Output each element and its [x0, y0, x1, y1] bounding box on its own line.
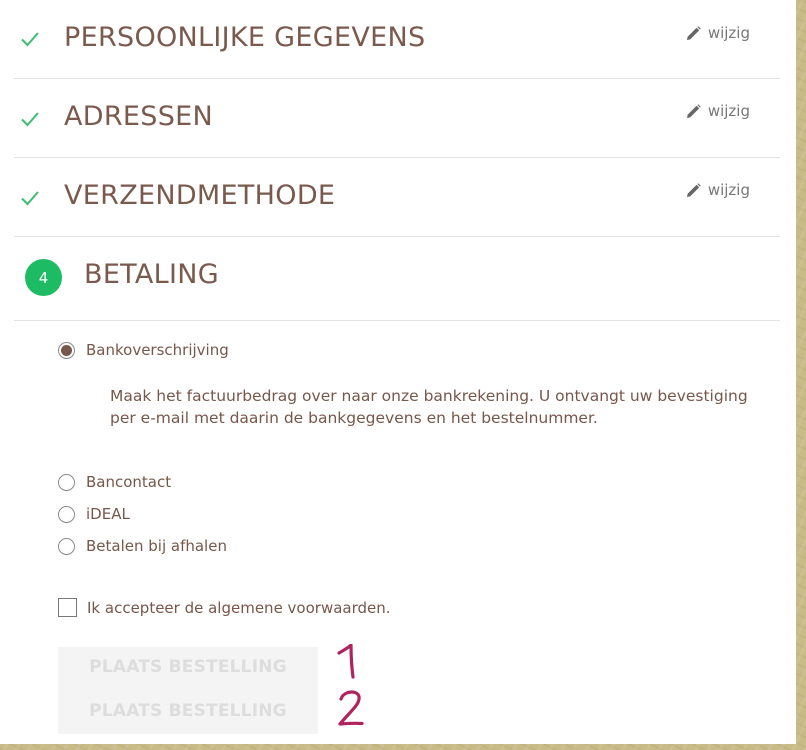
edit-label: wijzig — [707, 24, 750, 42]
radio-button[interactable] — [58, 505, 75, 523]
place-order-button[interactable]: PLAATS BESTELLING — [58, 657, 318, 677]
step-shipping-method: VERZENDMETHODE wijzig — [14, 158, 780, 237]
payment-option-bank-transfer[interactable]: Bankoverschrijving — [58, 341, 229, 359]
annotation-number-1 — [336, 644, 362, 680]
payment-description: Maak het factuurbedrag over naar onze ba… — [110, 387, 748, 427]
radio-button[interactable] — [58, 473, 75, 491]
terms-label: Ik accepteer de algemene voorwaarden. — [87, 598, 391, 617]
edit-shipping-method-link[interactable]: wijzig — [686, 181, 750, 199]
radio-button[interactable] — [58, 341, 75, 359]
annotation-1-graphic — [337, 644, 355, 679]
pencil-icon — [686, 25, 701, 41]
step-number-badge: 4 — [25, 259, 62, 296]
edit-label: wijzig — [707, 102, 750, 120]
terms-acceptance[interactable]: Ik accepteer de algemene voorwaarden. — [58, 598, 391, 617]
payment-option-bancontact[interactable]: Bancontact — [58, 473, 171, 491]
step-personal-details: PERSOONLIJKE GEGEVENS wijzig — [14, 0, 780, 79]
step-title: ADRESSEN — [64, 101, 214, 132]
annotation-number-2 — [337, 690, 365, 728]
check-icon — [20, 190, 40, 212]
annotation-2-graphic — [338, 690, 364, 726]
check-icon — [20, 31, 40, 53]
payment-option-label: Bancontact — [86, 473, 172, 491]
terms-checkbox[interactable] — [58, 598, 77, 617]
step-addresses: ADRESSEN wijzig — [14, 79, 780, 158]
edit-addresses-link[interactable]: wijzig — [686, 102, 750, 120]
payment-step-title: BETALING — [84, 259, 219, 290]
place-order-button[interactable]: PLAATS BESTELLING — [58, 701, 318, 721]
step-title: VERZENDMETHODE — [64, 180, 336, 211]
edit-label: wijzig — [707, 181, 750, 199]
pencil-icon — [686, 182, 701, 198]
checkout-panel: PERSOONLIJKE GEGEVENS wijzig ADRESSEN wi… — [0, 0, 796, 744]
payment-option-ideal[interactable]: iDEAL — [58, 505, 130, 523]
payment-option-pickup[interactable]: Betalen bij afhalen — [58, 537, 227, 555]
payment-option-label: Bankoverschrijving — [86, 341, 229, 359]
edit-personal-details-link[interactable]: wijzig — [686, 24, 750, 42]
step-title: PERSOONLIJKE GEGEVENS — [64, 22, 426, 53]
radio-button[interactable] — [58, 537, 75, 555]
payment-option-label: iDEAL — [86, 505, 130, 523]
order-button-area: PLAATS BESTELLING PLAATS BESTELLING — [58, 647, 318, 734]
pencil-icon — [686, 103, 701, 119]
check-icon — [20, 111, 40, 133]
payment-option-label: Betalen bij afhalen — [86, 537, 227, 555]
